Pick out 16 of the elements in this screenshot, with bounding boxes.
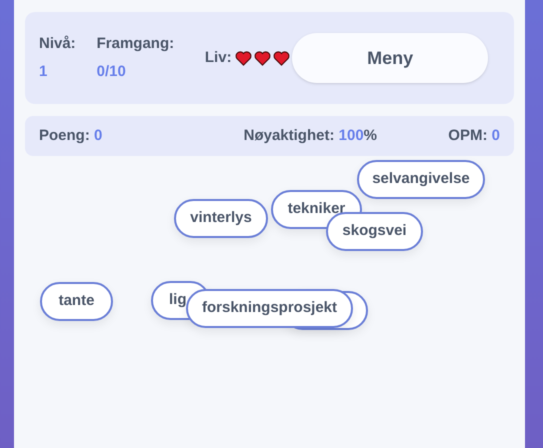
- heart-icon: [234, 50, 252, 66]
- progress-label: Framgang:: [96, 34, 174, 54]
- lives-label: Liv:: [204, 48, 232, 68]
- word-bubble: forskningsprosjekt: [186, 289, 353, 328]
- word-bubble: tante: [40, 282, 113, 321]
- menu-button[interactable]: Meny: [292, 33, 488, 83]
- heart-icon: [254, 50, 271, 66]
- word-bubble: vinterlys: [174, 199, 268, 238]
- word-bubble: selvangivelse: [357, 160, 485, 199]
- level-label: Nivå:: [39, 34, 76, 54]
- progress-value: 0/10: [96, 62, 126, 82]
- heart-icon: [272, 50, 290, 66]
- wpm-text: OPM: 0: [448, 126, 500, 146]
- score-text: Poeng: 0: [39, 126, 102, 146]
- level-value: 1: [39, 62, 48, 82]
- accuracy-text: Nøyaktighet: 100%: [244, 126, 378, 146]
